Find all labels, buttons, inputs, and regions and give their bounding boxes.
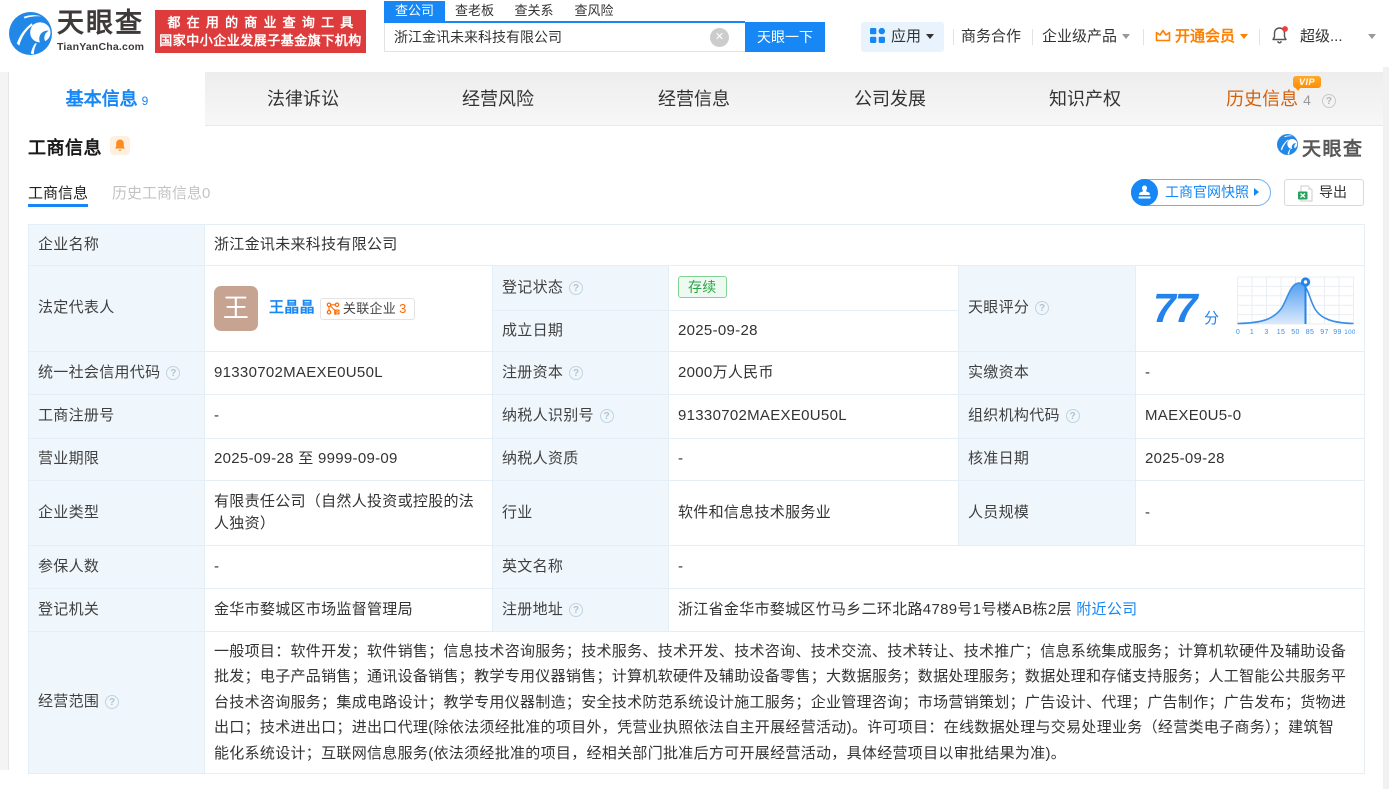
svg-text:3: 3 [1264, 329, 1268, 336]
svg-text:1: 1 [1250, 329, 1254, 336]
svg-text:99: 99 [1333, 329, 1341, 336]
svg-text:50: 50 [1291, 329, 1299, 336]
svg-text:15: 15 [1277, 329, 1285, 336]
svg-text:85: 85 [1306, 329, 1314, 336]
svg-text:100: 100 [1344, 329, 1355, 336]
svg-text:0: 0 [1236, 329, 1240, 336]
svg-text:企: 企 [335, 309, 340, 315]
svg-text:97: 97 [1320, 329, 1328, 336]
